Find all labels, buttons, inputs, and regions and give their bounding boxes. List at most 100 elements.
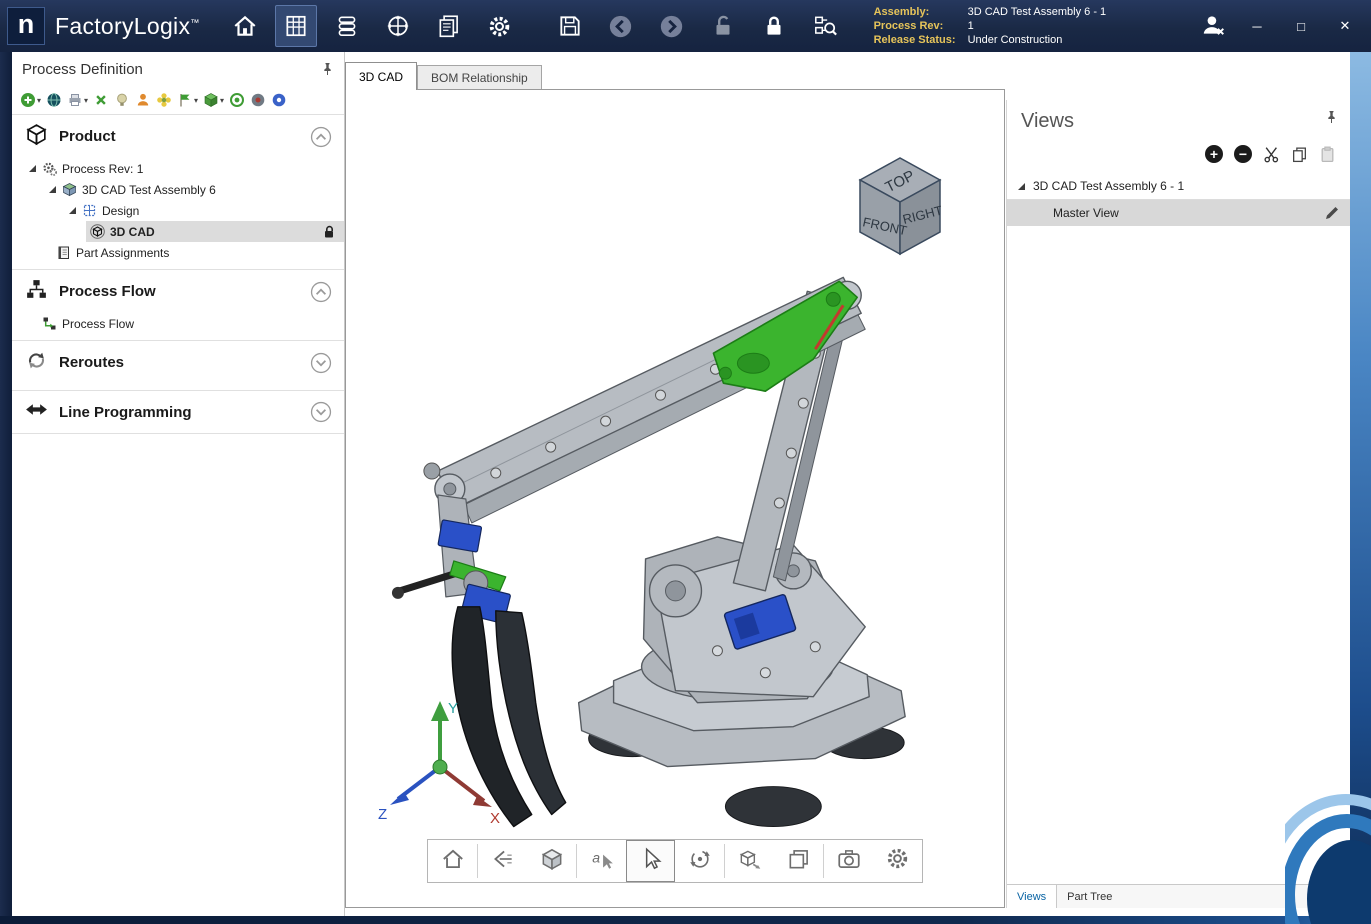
back-button[interactable]: [600, 5, 642, 47]
gears-icon: [42, 161, 57, 176]
expander-icon[interactable]: [28, 164, 38, 173]
section-process-flow-label: Process Flow: [59, 283, 156, 300]
transfer-button[interactable]: [93, 92, 109, 108]
section-view-button[interactable]: [774, 840, 823, 882]
section-process-flow[interactable]: Process Flow: [12, 269, 344, 313]
process-rev-value: 1: [968, 19, 1107, 33]
expand-line-programming-button[interactable]: [310, 401, 332, 423]
views-tree-root[interactable]: 3D CAD Test Assembly 6 - 1: [1007, 173, 1350, 200]
document-tabs: 3D CAD BOM Relationship: [345, 62, 1006, 90]
ring-blue-button[interactable]: [271, 92, 287, 108]
label-select-icon: a: [589, 846, 615, 877]
left-panel-title: Process Definition: [22, 61, 143, 78]
fit-view-button[interactable]: [725, 840, 774, 882]
camera-icon: [836, 846, 862, 877]
section-product[interactable]: Product: [12, 114, 344, 158]
tree-item-process-flow[interactable]: Process Flow: [12, 313, 344, 334]
web-link-button[interactable]: [46, 92, 62, 108]
collapse-product-button[interactable]: [310, 126, 332, 148]
section-line-programming[interactable]: Line Programming: [12, 390, 344, 434]
bulb-gray-button[interactable]: [114, 92, 130, 108]
views-panel-title: Views: [1021, 110, 1074, 133]
materials-button[interactable]: [326, 5, 368, 47]
expander-icon[interactable]: [1017, 182, 1027, 191]
forward-button[interactable]: [651, 5, 693, 47]
lock-button[interactable]: [753, 5, 795, 47]
view-settings-button[interactable]: [873, 840, 922, 882]
views-panel-pin-button[interactable]: [1325, 110, 1338, 124]
select-cursor-button[interactable]: [626, 840, 675, 882]
expand-reroutes-button[interactable]: [310, 352, 332, 374]
layers-icon: [334, 13, 360, 39]
window-left-border: [0, 52, 12, 924]
hide-icon: [490, 846, 516, 877]
tree-item-label: Process Flow: [62, 317, 134, 331]
ring-red-button[interactable]: [250, 92, 266, 108]
copy-view-button[interactable]: [1291, 146, 1308, 163]
minimize-button[interactable]: ─: [1247, 16, 1267, 36]
assembly-cube-icon: [62, 182, 77, 197]
navigate-button[interactable]: [377, 5, 419, 47]
maximize-button[interactable]: □: [1291, 16, 1311, 36]
cube-button[interactable]: ▾: [203, 92, 224, 108]
reports-button[interactable]: [428, 5, 470, 47]
tree-item-assembly[interactable]: 3D CAD Test Assembly 6: [12, 179, 344, 200]
home-icon: [232, 13, 258, 39]
save-button[interactable]: [549, 5, 591, 47]
settings-gear-icon: [884, 845, 911, 877]
master-view-label: Master View: [1053, 206, 1119, 220]
flow-item-icon: [42, 316, 57, 331]
ring-green-button[interactable]: [229, 92, 245, 108]
iso-view-button[interactable]: [527, 840, 576, 882]
view-cube[interactable]: TOP FRONT RIGHT: [838, 146, 958, 266]
left-panel-pin-button[interactable]: [321, 62, 334, 76]
add-view-button[interactable]: +: [1205, 145, 1223, 163]
app-logo: n: [7, 7, 45, 45]
hide-part-button[interactable]: [478, 840, 527, 882]
tree-item-part-assignments[interactable]: Part Assignments: [12, 242, 344, 263]
add-button[interactable]: ▾: [20, 92, 41, 108]
collapse-process-flow-button[interactable]: [310, 281, 332, 303]
expander-icon[interactable]: [68, 206, 78, 215]
tree-item-3d-cad[interactable]: 3D CAD: [12, 221, 344, 242]
tab-3d-cad[interactable]: 3D CAD: [345, 62, 417, 90]
cube-arrow-icon: [737, 846, 763, 877]
cut-view-button[interactable]: [1263, 146, 1280, 163]
tree-item-process-rev[interactable]: Process Rev: 1: [12, 158, 344, 179]
selected-tree-item[interactable]: 3D CAD: [86, 221, 344, 242]
section-reroutes[interactable]: Reroutes: [12, 340, 344, 384]
cad-cube-icon: [90, 224, 105, 239]
print-button[interactable]: ▾: [67, 92, 88, 108]
unlock-button[interactable]: [702, 5, 744, 47]
tab-part-tree[interactable]: Part Tree: [1057, 885, 1122, 908]
views-panel-header: Views: [1007, 100, 1350, 133]
paste-view-button[interactable]: [1319, 146, 1336, 163]
tab-bom-relationship[interactable]: BOM Relationship: [417, 65, 542, 90]
remove-view-button[interactable]: −: [1234, 145, 1252, 163]
cad-viewport[interactable]: TOP FRONT RIGHT Y Z X a: [345, 89, 1005, 908]
tree-item-design[interactable]: Design: [12, 200, 344, 221]
flower-button[interactable]: [156, 92, 172, 108]
select-label-button[interactable]: a: [577, 840, 626, 882]
forward-icon: [658, 13, 685, 40]
process-definition-button[interactable]: [275, 5, 317, 47]
expander-icon[interactable]: [48, 185, 58, 194]
views-tree-master-view[interactable]: Master View: [1007, 200, 1350, 226]
settings-button[interactable]: [479, 5, 521, 47]
user-logout-button[interactable]: [1203, 16, 1223, 36]
process-definition-icon: [283, 13, 309, 39]
viewport-toolbar: a: [427, 839, 923, 883]
tab-views[interactable]: Views: [1007, 885, 1057, 908]
section-reroutes-label: Reroutes: [59, 354, 124, 371]
compass-icon: [385, 13, 411, 39]
view-home-button[interactable]: [428, 840, 477, 882]
lock-icon: [761, 13, 787, 39]
snapshot-button[interactable]: [824, 840, 873, 882]
audit-trail-button[interactable]: [804, 5, 846, 47]
orbit-button[interactable]: [675, 840, 724, 882]
edit-view-button[interactable]: [1324, 205, 1340, 221]
close-button[interactable]: ✕: [1335, 16, 1355, 36]
flag-button[interactable]: ▾: [177, 92, 198, 108]
home-button[interactable]: [224, 5, 266, 47]
operator-orange-button[interactable]: [135, 92, 151, 108]
